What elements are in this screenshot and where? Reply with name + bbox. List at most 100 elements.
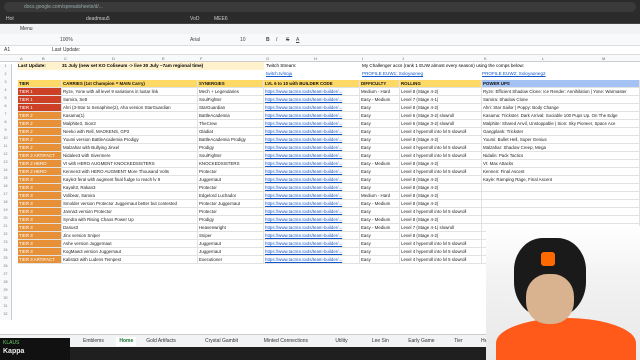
text-color-button[interactable]: A — [296, 34, 299, 46]
synergies-cell[interactable]: BattleAcademia Prodigy — [198, 136, 264, 144]
formula-bar[interactable]: A1 Last Update: — [0, 46, 640, 55]
menu-bar[interactable]: Menu — [0, 24, 640, 34]
rolling-cell[interactable]: Level 8 (Stage 4-2) — [400, 104, 482, 112]
power-ups-cell[interactable]: Kayle: Ramping Rage, Final Ascent — [482, 176, 640, 184]
sheet-tab[interactable]: Tier — [451, 337, 465, 346]
synergies-cell[interactable]: SoulFighter — [198, 96, 264, 104]
row-number[interactable]: 8 — [0, 120, 12, 128]
difficulty-cell[interactable]: Easy - Medium — [360, 224, 400, 232]
tier-cell[interactable]: TIER 3 — [18, 240, 62, 248]
carries-cell[interactable]: Volibear, Samira — [62, 192, 198, 200]
sheet-tab[interactable]: Home — [116, 337, 137, 346]
builder-link[interactable]: https://www.tactics.tools/team-builder/.… — [264, 224, 360, 232]
row-number[interactable]: 20 — [0, 216, 12, 224]
row-number[interactable]: 15 — [0, 176, 12, 184]
power-ups-cell[interactable] — [482, 208, 640, 216]
tier-cell[interactable]: TIER 2 — [18, 120, 62, 128]
row-number[interactable]: 9 — [0, 128, 12, 136]
carries-cell[interactable]: Kalista3 with Ludens Tempest — [62, 256, 198, 264]
builder-link[interactable]: https://www.tactics.tools/team-builder/.… — [264, 240, 360, 248]
tier-cell[interactable]: TIER 3 — [18, 224, 62, 232]
rolling-cell[interactable]: Level 7 (Stage 4-1) slowroll — [400, 224, 482, 232]
carries-cell[interactable]: VI with HERO AUGMENT KNOCKEDSISTERS — [62, 160, 198, 168]
row-number[interactable]: 30 — [0, 296, 12, 304]
power-ups-cell[interactable]: Kasama: Trickster: Dark Arrival: Sociabl… — [482, 112, 640, 120]
synergies-cell[interactable]: KNOCKEDSISTERS — [198, 160, 264, 168]
tier-cell[interactable]: TIER 3 — [18, 216, 62, 224]
row-number[interactable]: 16 — [0, 184, 12, 192]
tier-cell[interactable]: TIER 2 ARTIFACT — [18, 152, 62, 160]
synergies-cell[interactable]: TheCrew — [198, 120, 264, 128]
carries-cell[interactable]: KogMaw3 version Juggernaut — [62, 248, 198, 256]
rolling-cell[interactable]: Level 6 (Stage 3-2) slowroll — [400, 112, 482, 120]
synergies-cell[interactable]: Juggernaut — [198, 248, 264, 256]
carries-cell[interactable]: Yuumi version BattleAcademia Prodigy — [62, 136, 198, 144]
tier-cell[interactable]: TIER 1 — [18, 88, 62, 96]
synergies-cell[interactable]: Prodigy — [198, 216, 264, 224]
carries-cell[interactable]: Kayah3, Rakan3 — [62, 184, 198, 192]
power-ups-cell[interactable]: Gangplank: Trickster — [482, 128, 640, 136]
difficulty-cell[interactable]: Easy — [360, 232, 400, 240]
row-number[interactable]: 13 — [0, 160, 12, 168]
synergies-cell[interactable]: StarGuardian — [198, 104, 264, 112]
rolling-cell[interactable]: Level 8 (Stage 4-2) — [400, 88, 482, 96]
builder-link[interactable]: https://www.tactics.tools/team-builder/.… — [264, 160, 360, 168]
bookmark-item[interactable]: deadmau5 — [86, 15, 110, 23]
rolling-cell[interactable]: Level 8 (Stage 4-2) — [400, 216, 482, 224]
row-number[interactable]: 12 — [0, 152, 12, 160]
carries-cell[interactable]: Kayle3 feral with augment final fudge to… — [62, 176, 198, 184]
italic-button[interactable]: I — [276, 34, 277, 46]
builder-link[interactable]: https://www.tactics.tools/team-builder/.… — [264, 248, 360, 256]
power-ups-cell[interactable]: Malzahar: Shadow Creep, Mega — [482, 144, 640, 152]
builder-link[interactable]: https://www.tactics.tools/team-builder/.… — [264, 176, 360, 184]
row-number[interactable]: 10 — [0, 136, 12, 144]
rolling-cell[interactable]: Level 4 hyperroll into lvl 5 slowroll — [400, 144, 482, 152]
row-number[interactable]: 24 — [0, 248, 12, 256]
challenger-link-1[interactable]: PROFILE EUW1: Soloyaoneg — [362, 70, 472, 78]
difficulty-cell[interactable]: Easy — [360, 152, 400, 160]
sheet-tab[interactable]: Gold Artifacts — [143, 337, 179, 346]
synergies-cell[interactable]: Mech + Legendaries — [198, 88, 264, 96]
challenger-link-2[interactable]: PROFILE EUW2: Soloyaoneg2 — [482, 70, 602, 78]
rolling-cell[interactable]: Level 8 (Stage 4-2) — [400, 232, 482, 240]
header-power-ups[interactable]: POWER UPS — [482, 80, 640, 88]
sheet-tab[interactable]: Early Game — [405, 337, 437, 346]
tier-cell[interactable]: TIER 3 — [18, 232, 62, 240]
column-header[interactable]: G — [266, 56, 269, 61]
power-ups-cell[interactable]: VI: Max Attacks — [482, 160, 640, 168]
header-carries[interactable]: CARRIES (1st Champion = MAIN Carry) — [62, 80, 198, 88]
zoom-select[interactable]: 100% — [60, 34, 73, 46]
row-number[interactable]: 32 — [0, 312, 12, 320]
power-ups-cell[interactable] — [482, 200, 640, 208]
difficulty-cell[interactable]: Easy — [360, 176, 400, 184]
row-number[interactable]: 23 — [0, 240, 12, 248]
row-number[interactable]: 22 — [0, 232, 12, 240]
rolling-cell[interactable]: Level 8 (Stage 4-2) — [400, 192, 482, 200]
difficulty-cell[interactable]: Easy — [360, 128, 400, 136]
carries-cell[interactable]: Malphite3, Sion3 — [62, 120, 198, 128]
column-header[interactable]: E — [162, 56, 165, 61]
bookmark-item[interactable]: VoD — [190, 15, 199, 23]
builder-link[interactable]: https://www.tactics.tools/team-builder/.… — [264, 112, 360, 120]
power-ups-cell[interactable]: Malphite: Shared Anvil, Unstoppable | Si… — [482, 120, 640, 128]
difficulty-cell[interactable]: Easy — [360, 120, 400, 128]
rolling-cell[interactable]: Level 4 hyperroll into lvl 5 slowroll — [400, 208, 482, 216]
sheet-tab[interactable]: Minted Connections — [261, 337, 311, 346]
builder-link[interactable]: https://www.tactics.tools/team-builder/.… — [264, 120, 360, 128]
carries-cell[interactable]: Kasama(1) — [62, 112, 198, 120]
tier-cell[interactable]: TIER 2 — [18, 112, 62, 120]
synergies-cell[interactable]: Prodigy — [198, 144, 264, 152]
formula-input[interactable]: Last Update: — [52, 46, 80, 55]
synergies-cell[interactable]: Juggernaut — [198, 176, 264, 184]
font-size[interactable]: 10 — [240, 34, 246, 46]
power-ups-cell[interactable]: Ryze: Efficient Shadow Clone: Ice Render… — [482, 88, 640, 96]
synergies-cell[interactable]: SoulFighter — [198, 152, 264, 160]
column-header[interactable]: M — [602, 56, 605, 61]
difficulty-cell[interactable]: Easy — [360, 240, 400, 248]
row-number[interactable]: 14 — [0, 168, 12, 176]
carries-cell[interactable]: Ahri (3-Star to Senaphine(2), Aha versio… — [62, 104, 198, 112]
row-number[interactable]: 3 — [0, 80, 12, 88]
carries-cell[interactable]: Kennen3 with HERO AUGMENT More Thousand … — [62, 168, 198, 176]
bookmark-item[interactable]: Hot — [6, 15, 14, 23]
builder-link[interactable]: https://www.tactics.tools/team-builder/.… — [264, 184, 360, 192]
